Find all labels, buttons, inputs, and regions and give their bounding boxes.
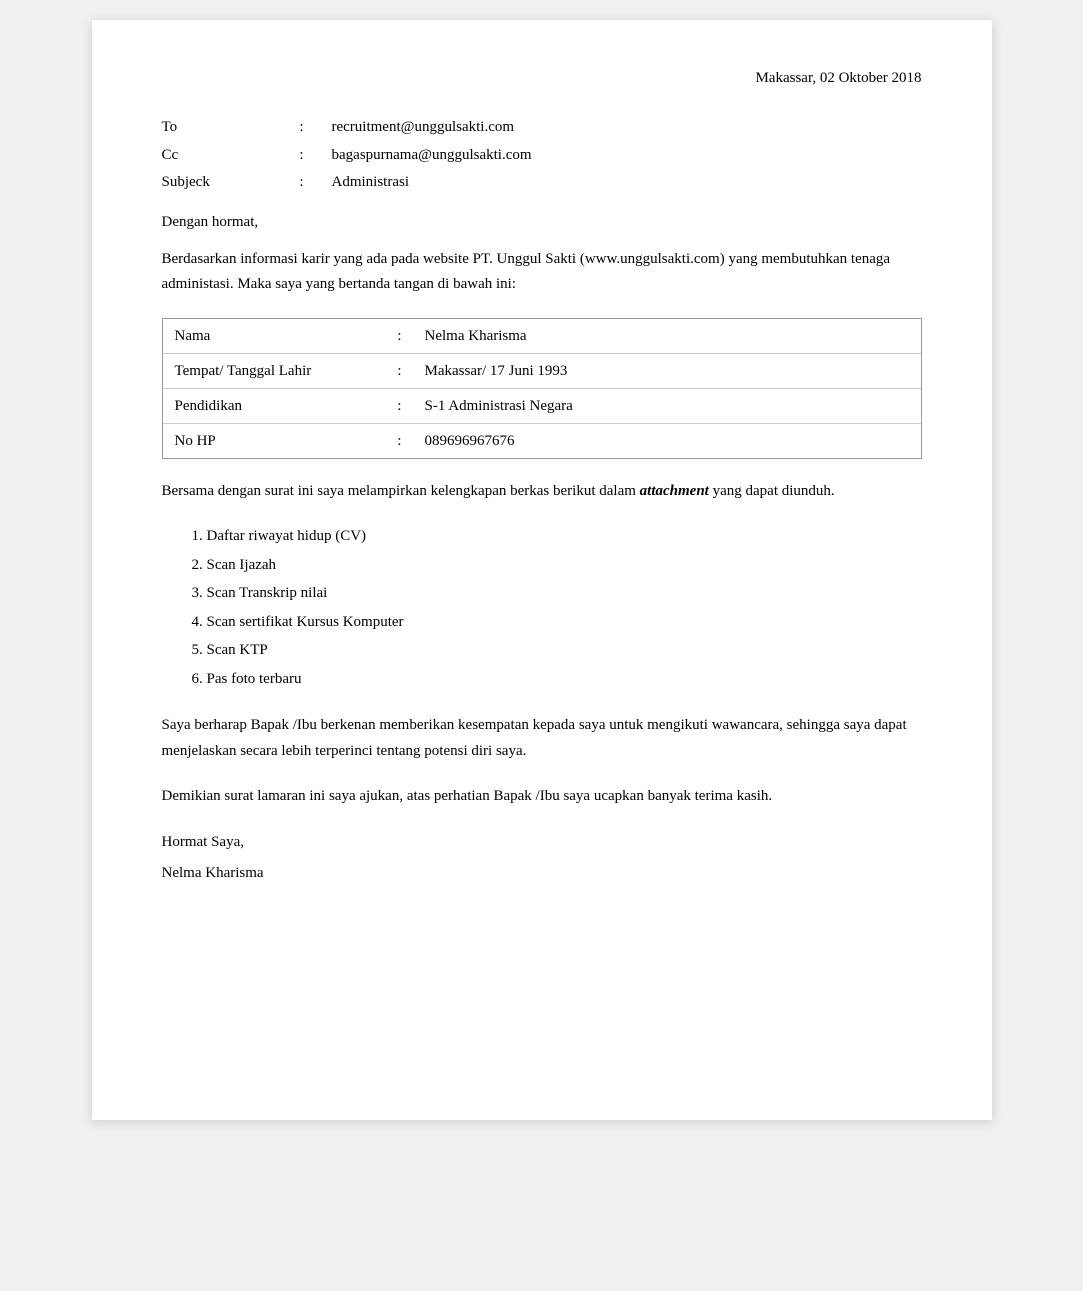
info-colon-nohp: :: [375, 429, 425, 453]
info-row-pendidikan: Pendidikan : S-1 Administrasi Negara: [163, 389, 921, 424]
list-item-6: Pas foto terbaru: [192, 665, 922, 694]
intro-paragraph: Berdasarkan informasi karir yang ada pad…: [162, 247, 922, 298]
info-colon-pendidikan: :: [375, 394, 425, 418]
info-row-ttl: Tempat/ Tanggal Lahir : Makassar/ 17 Jun…: [163, 354, 921, 389]
attachment-paragraph: Bersama dengan surat ini saya melampirka…: [162, 479, 922, 505]
cc-colon: :: [272, 143, 332, 169]
date: Makassar, 02 Oktober 2018: [162, 70, 922, 87]
info-label-nohp: No HP: [175, 429, 375, 453]
subject-colon: :: [272, 170, 332, 196]
interview-paragraph: Saya berharap Bapak /Ibu berkenan member…: [162, 713, 922, 764]
signature: Nelma Kharisma: [162, 865, 922, 882]
info-value-ttl: Makassar/ 17 Juni 1993: [425, 359, 909, 383]
greeting: Dengan hormat,: [162, 214, 922, 231]
info-value-pendidikan: S-1 Administrasi Negara: [425, 394, 909, 418]
cc-label: Cc: [162, 143, 272, 169]
closing-paragraph: Demikian surat lamaran ini saya ajukan, …: [162, 784, 922, 810]
list-item-3: Scan Transkrip nilai: [192, 579, 922, 608]
letter-page: Makassar, 02 Oktober 2018 To : recruitme…: [92, 20, 992, 1120]
closing-salutation: Hormat Saya,: [162, 830, 922, 856]
cc-row: Cc : bagaspurnama@unggulsakti.com: [162, 143, 922, 169]
info-value-nohp: 089696967676: [425, 429, 909, 453]
subject-value: Administrasi: [332, 170, 922, 196]
attachment-text-before: Bersama dengan surat ini saya melampirka…: [162, 483, 640, 499]
subject-label: Subjeck: [162, 170, 272, 196]
info-label-ttl: Tempat/ Tanggal Lahir: [175, 359, 375, 383]
to-colon: :: [272, 115, 332, 141]
list-item-1: Daftar riwayat hidup (CV): [192, 522, 922, 551]
to-row: To : recruitment@unggulsakti.com: [162, 115, 922, 141]
info-value-nama: Nelma Kharisma: [425, 324, 909, 348]
date-text: Makassar, 02 Oktober 2018: [755, 70, 921, 86]
cc-value: bagaspurnama@unggulsakti.com: [332, 143, 922, 169]
attachment-italic-text: attachment: [640, 483, 709, 499]
to-label: To: [162, 115, 272, 141]
to-value: recruitment@unggulsakti.com: [332, 115, 922, 141]
info-label-pendidikan: Pendidikan: [175, 394, 375, 418]
personal-info-table: Nama : Nelma Kharisma Tempat/ Tanggal La…: [162, 318, 922, 459]
info-row-nohp: No HP : 089696967676: [163, 424, 921, 458]
info-colon-ttl: :: [375, 359, 425, 383]
subject-row: Subjeck : Administrasi: [162, 170, 922, 196]
attachment-list: Daftar riwayat hidup (CV) Scan Ijazah Sc…: [162, 522, 922, 693]
info-colon-nama: :: [375, 324, 425, 348]
list-item-2: Scan Ijazah: [192, 551, 922, 580]
list-item-4: Scan sertifikat Kursus Komputer: [192, 608, 922, 637]
info-label-nama: Nama: [175, 324, 375, 348]
attachment-text-after: yang dapat diunduh.: [709, 483, 835, 499]
letter-header: To : recruitment@unggulsakti.com Cc : ba…: [162, 115, 922, 196]
list-item-5: Scan KTP: [192, 636, 922, 665]
info-row-nama: Nama : Nelma Kharisma: [163, 319, 921, 354]
